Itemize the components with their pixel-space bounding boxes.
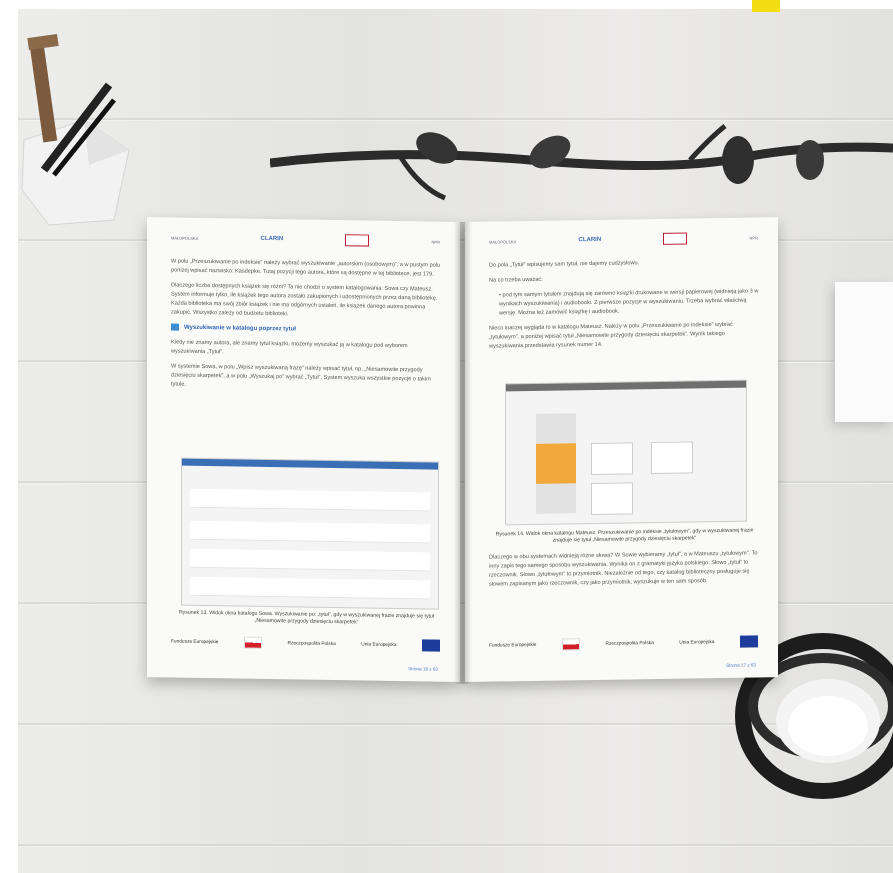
page-number: Strona 17 z 63 — [726, 662, 756, 668]
footer-eu: Unia Europejska — [679, 639, 715, 646]
figure-caption: Rysunek 13. Widok okna katalogu Sowa. Wy… — [178, 609, 435, 626]
yellow-tab — [752, 0, 780, 12]
logo-malopolska: MAŁOPOLSKA — [171, 234, 199, 241]
logo-clarin: CLARIN — [578, 236, 602, 243]
left-page: MAŁOPOLSKA CLARIN NPR W polu „Przeszukiw… — [147, 217, 460, 682]
footer-poland: Rzeczpospolita Polska — [287, 640, 336, 647]
screenshot-sowa — [181, 457, 439, 610]
page-header: MAŁOPOLSKA CLARIN NPR — [171, 229, 440, 249]
page-footer: Fundusze Europejskie Rzeczpospolita Pols… — [489, 631, 758, 655]
logo-frdl — [345, 234, 370, 247]
pencil-holder — [21, 33, 130, 226]
logo-malopolska: MAŁOPOLSKA — [489, 238, 517, 245]
paragraph: Do pola „Tytuł” wpisujemy sam tytuł, nie… — [489, 260, 640, 269]
logo-npr: NPR — [749, 234, 758, 241]
paragraph: W polu „Przeszukiwanie po indeksie” nale… — [171, 258, 441, 278]
right-page: MAŁOPOLSKA CLARIN NPR Do pola „Tytuł” wp… — [465, 217, 778, 682]
footer-eu: Unia Europejska — [361, 641, 397, 648]
page-header: MAŁOPOLSKA CLARIN NPR — [489, 229, 758, 249]
closing-text: Dlaczego w obu systemach widnieją różne … — [489, 549, 760, 595]
book-spine — [454, 222, 472, 684]
eu-flag-icon — [740, 635, 758, 648]
logo-frdl — [663, 232, 688, 245]
left-body: W polu „Przeszukiwanie po indeksie” nale… — [171, 257, 442, 399]
paragraph: Kiedy nie znamy autora, ale znamy tytuł … — [171, 339, 408, 356]
branch-with-birds — [270, 124, 893, 201]
paragraph: W systemie Sowa, w polu „Wpisz wyszukiwa… — [171, 363, 431, 388]
poland-flag-icon — [561, 638, 580, 651]
page-footer: Fundusze Europejskie Rzeczpospolita Pols… — [171, 631, 440, 655]
bullet-item: • pod tym samym tytułem znajdują się zar… — [499, 288, 759, 317]
logo-clarin: CLARIN — [260, 235, 284, 242]
book-icon — [171, 323, 179, 331]
right-body: Do pola „Tytuł” wpisujemy sam tytuł, nie… — [489, 257, 760, 357]
section-heading: Wyszukiwanie w katalogu poprzez tytuł — [171, 323, 442, 336]
paragraph: Na co trzeba uważać: — [489, 276, 543, 284]
eu-flag-icon — [422, 639, 440, 652]
open-brochure: MAŁOPOLSKA CLARIN NPR W polu „Przeszukiw… — [147, 217, 781, 687]
paragraph: Dlaczego liczba dostępnych książek się r… — [171, 282, 438, 318]
poland-flag-icon — [243, 636, 262, 649]
paragraph: Dlaczego w obu systemach widnieją różne … — [489, 550, 758, 588]
footer-poland: Rzeczpospolita Polska — [605, 640, 654, 647]
footer-funds: Fundusze Europejskie — [489, 642, 537, 649]
footer-funds: Fundusze Europejskie — [171, 638, 219, 645]
white-card — [835, 282, 893, 422]
screenshot-mateusz — [505, 379, 747, 526]
paragraph: Nieco inaczej wygląda to w katalogu Mate… — [489, 321, 733, 350]
figure-caption: Rysunek 14. Widok okna katalogu Mateusz.… — [495, 527, 754, 544]
page-number: Strona 16 z 63 — [408, 666, 438, 672]
logo-npr: NPR — [431, 239, 440, 245]
